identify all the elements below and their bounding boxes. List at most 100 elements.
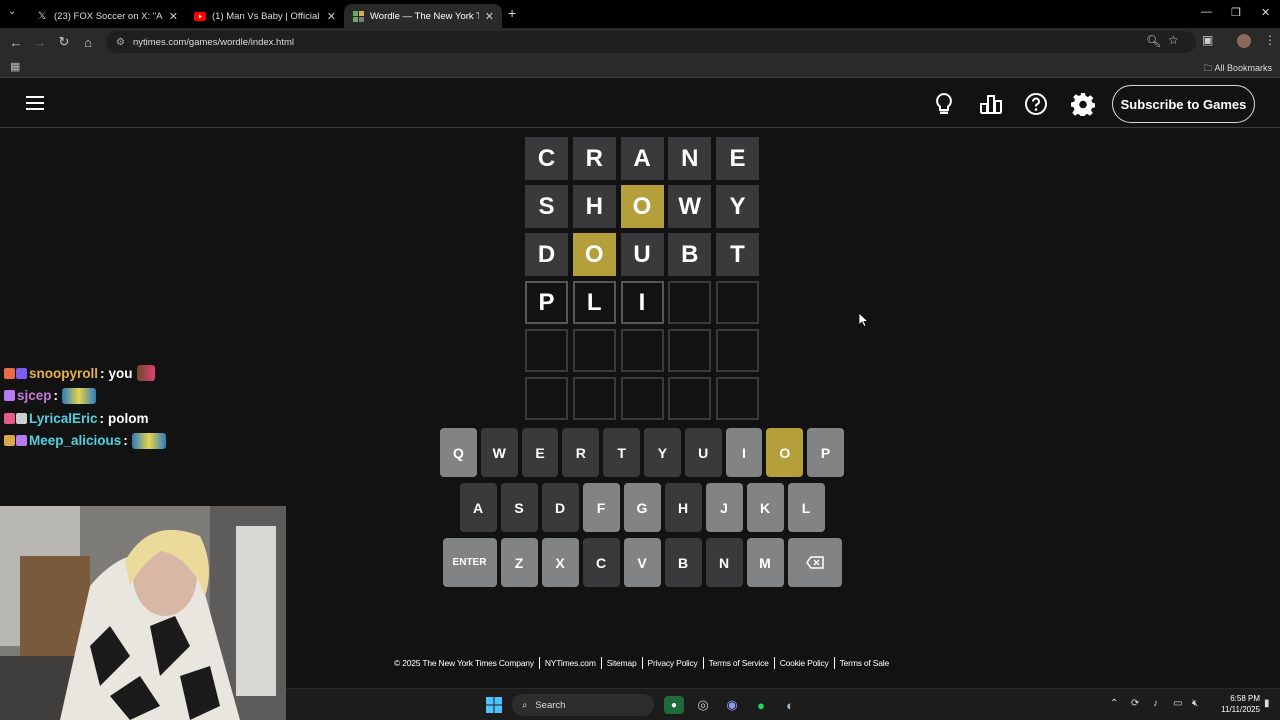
badge-icon — [4, 390, 15, 402]
taskbar-clock[interactable]: 6:58 PM 11/11/2025 — [1208, 693, 1260, 715]
footer-link[interactable]: Privacy Policy — [648, 658, 698, 668]
reload-icon[interactable]: ↻ — [52, 34, 76, 50]
tab-youtube[interactable]: (1) Man Vs Baby | Official Traile ✕ — [186, 4, 344, 28]
chat-colon: : — [99, 410, 105, 426]
volume-muted-icon[interactable]: 🔇︎ — [1192, 698, 1198, 709]
chat-emote-icon — [131, 432, 166, 449]
new-tab-icon[interactable]: + — [508, 5, 516, 21]
close-icon[interactable]: ✕ — [485, 10, 494, 23]
key-p[interactable]: P — [807, 428, 844, 477]
taskbar-search[interactable]: ⌕ Search — [512, 694, 654, 716]
home-icon[interactable]: ⌂ — [76, 35, 100, 50]
key-h[interactable]: H — [664, 483, 702, 532]
key-e[interactable]: E — [521, 428, 559, 477]
hint-lightbulb-icon[interactable] — [932, 92, 956, 116]
subscribe-button[interactable]: Subscribe to Games — [1112, 85, 1255, 123]
key-o[interactable]: O — [766, 428, 804, 477]
x-logo-icon: 𝕏 — [37, 10, 47, 22]
board-tile: D — [525, 233, 568, 276]
restore-icon[interactable]: ❐ — [1231, 6, 1241, 19]
board-tile — [525, 377, 568, 420]
key-x[interactable]: X — [541, 538, 579, 587]
key-r[interactable]: R — [562, 428, 600, 477]
spotify-icon[interactable]: ● — [752, 696, 770, 714]
chat-username: sjcep — [17, 388, 52, 404]
window-close-icon[interactable]: ✕ — [1261, 6, 1270, 19]
close-icon[interactable]: ✕ — [169, 10, 178, 23]
tray-overflow-icon[interactable]: ⌃ — [1110, 698, 1118, 709]
tab-wordle[interactable]: Wordle — The New York Times ✕ — [344, 4, 502, 28]
key-b[interactable]: B — [664, 538, 702, 587]
board-tile: E — [716, 137, 759, 180]
key-z[interactable]: Z — [500, 538, 538, 587]
key-i[interactable]: I — [725, 428, 763, 477]
help-icon[interactable] — [1024, 92, 1048, 116]
network-icon[interactable]: ▭ — [1173, 698, 1182, 709]
discord-icon[interactable]: ◉ — [723, 696, 741, 714]
board-tile: N — [668, 137, 712, 180]
os-taskbar: ⌕ Search ● ◎ ◉ ● ◐ ⌃ ⟳ ♪ ▭ 🔇︎ 6:58 PM 11… — [286, 688, 1280, 720]
notification-icon[interactable]: ▮ — [1264, 698, 1270, 709]
all-bookmarks[interactable]: 🗀 All Bookmarks — [1203, 61, 1272, 77]
settings-gear-icon[interactable] — [1071, 92, 1095, 116]
footer-link[interactable]: Sitemap — [607, 658, 637, 668]
key-y[interactable]: Y — [644, 428, 681, 477]
key-q[interactable]: Q — [440, 428, 477, 477]
key-w[interactable]: W — [480, 428, 518, 477]
apps-grid-icon[interactable]: ▦ — [10, 60, 20, 73]
key-l[interactable]: L — [787, 483, 825, 532]
sync-icon[interactable]: ⟳ — [1131, 698, 1139, 709]
chat-username: Meep_alicious — [29, 433, 122, 449]
taskbar-search-label: Search — [535, 699, 566, 711]
footer-link[interactable]: Terms of Service — [709, 658, 769, 668]
key-a[interactable]: A — [459, 483, 497, 532]
profile-avatar[interactable] — [1237, 34, 1251, 48]
backspace-key[interactable] — [787, 538, 842, 587]
extensions-icon[interactable]: ▣ — [1202, 33, 1213, 47]
browser-menu-icon[interactable]: ⋮ — [1264, 33, 1276, 47]
hamburger-menu-icon[interactable] — [26, 96, 44, 110]
footer-link[interactable]: Terms of Sale — [840, 658, 890, 668]
onscreen-keyboard: Q W E R T Y U I O P A S D F G H J K L ENTER Z X C V B N M — [440, 428, 844, 593]
mic-icon[interactable]: ♪ — [1153, 698, 1158, 709]
key-u[interactable]: U — [684, 428, 722, 477]
key-s[interactable]: S — [500, 483, 538, 532]
key-t[interactable]: T — [603, 428, 640, 477]
key-f[interactable]: F — [582, 483, 620, 532]
steam-icon[interactable]: ◐ — [781, 696, 799, 714]
tab-search-icon[interactable]: ⌄ — [8, 6, 16, 17]
close-icon[interactable]: ✕ — [327, 10, 336, 23]
forward-icon[interactable]: → — [28, 35, 52, 50]
footer-link[interactable]: Cookie Policy — [780, 658, 829, 668]
key-v[interactable]: V — [623, 538, 661, 587]
key-g[interactable]: G — [623, 483, 661, 532]
key-d[interactable]: D — [541, 483, 579, 532]
copyright-text: © 2025 The New York Times Company — [394, 658, 534, 668]
back-icon[interactable]: ← — [4, 35, 28, 50]
key-c[interactable]: C — [582, 538, 620, 587]
chat-badges — [4, 435, 27, 447]
key-j[interactable]: J — [705, 483, 743, 532]
key-n[interactable]: N — [705, 538, 743, 587]
minimize-icon[interactable]: — — [1201, 6, 1212, 18]
app-circle-icon[interactable]: ◎ — [694, 696, 712, 714]
bookmark-star-icon[interactable]: ☆ — [1168, 33, 1179, 47]
tab-fox-soccer[interactable]: 𝕏 (23) FOX Soccer on X: "A BICYC ✕ — [28, 4, 186, 28]
footer-link[interactable]: NYTimes.com — [545, 658, 596, 668]
enter-key[interactable]: ENTER — [442, 538, 497, 587]
footer-divider — [600, 657, 602, 669]
key-m[interactable]: M — [746, 538, 784, 587]
chrome-icon[interactable]: ● — [664, 696, 684, 714]
zoom-icon[interactable]: 🔍︎ — [1146, 34, 1161, 48]
chat-emote-icon — [62, 387, 97, 404]
address-bar[interactable]: ⚙ nytimes.com/games/wordle/index.html — [106, 31, 1196, 53]
board-tile: P — [525, 281, 568, 324]
key-k[interactable]: K — [746, 483, 784, 532]
board-tile: B — [668, 233, 712, 276]
site-info-icon[interactable]: ⚙ — [116, 37, 125, 48]
mouse-cursor-icon — [859, 313, 869, 327]
windows-start-icon[interactable] — [485, 696, 503, 714]
board-tile — [716, 329, 759, 372]
stats-icon[interactable] — [979, 92, 1003, 116]
chat-message: sjcep: — [4, 385, 284, 408]
